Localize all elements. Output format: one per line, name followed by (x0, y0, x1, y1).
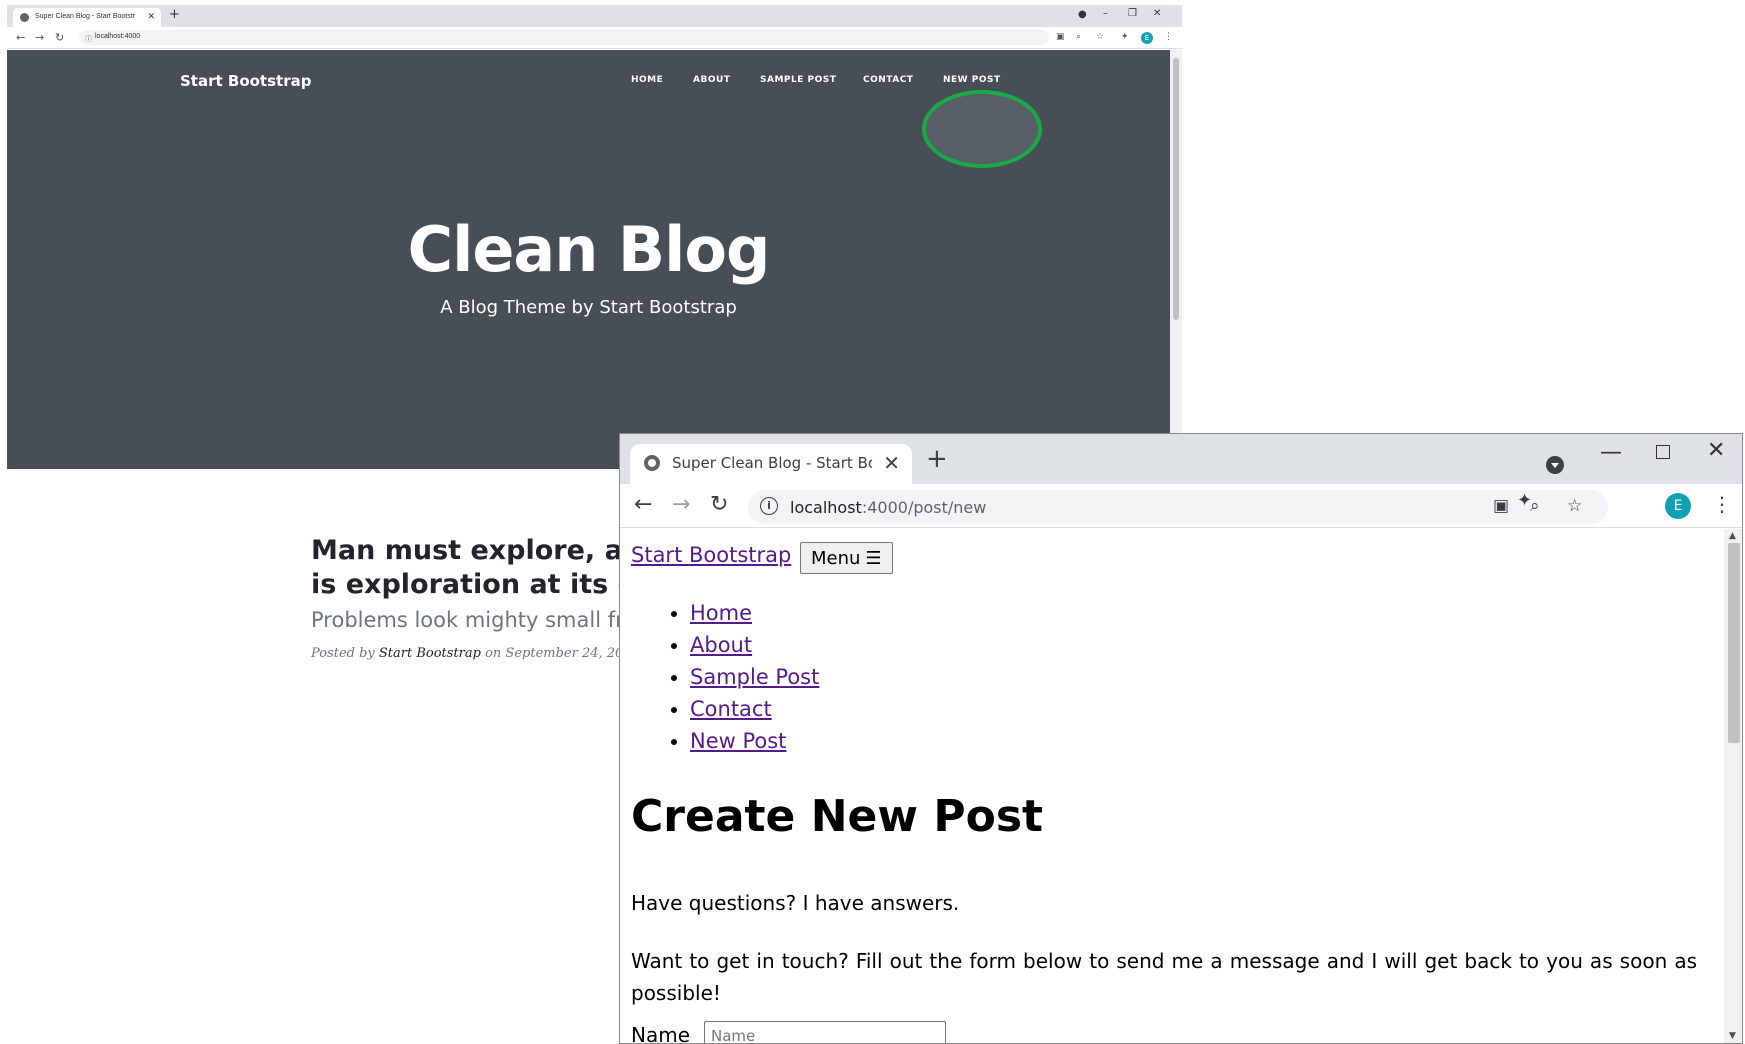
nav-new-post[interactable]: New Post (690, 729, 786, 753)
contact-text: Want to get in touch? Fill out the form … (631, 949, 1697, 1005)
background-browser-window: Super Clean Blog - Start Bootstr ✕ + ● –… (7, 5, 1182, 469)
nav-sample-post[interactable]: SAMPLE POST (760, 75, 836, 85)
nav-list: Home About Sample Post Contact New Post (690, 597, 819, 757)
address-bar: ← → ↻ i localhost:4000/post/new ▣ ⌕ ☆ (620, 484, 1742, 528)
brand-link[interactable]: Start Bootstrap (180, 72, 311, 90)
nav-contact[interactable]: Contact (690, 697, 772, 721)
close-window-icon[interactable]: ✕ (1153, 8, 1161, 19)
url-field[interactable]: localhost:4000 (79, 30, 1049, 45)
page-content: Start Bootstrap Menu ☰ Home About Sample… (620, 529, 1724, 1044)
scrollbar-thumb[interactable] (1173, 58, 1179, 320)
hero-header: Start Bootstrap HOME ABOUT SAMPLE POST C… (7, 50, 1170, 469)
url-path: :4000/post/new (861, 498, 987, 517)
scroll-down-icon[interactable]: ▼ (1729, 1031, 1736, 1041)
tab-title: Super Clean Blog - Start Bootstr (35, 13, 135, 20)
nav-contact[interactable]: CONTACT (863, 75, 913, 85)
menu-kebab-icon[interactable]: ⋮ (1164, 32, 1173, 42)
reload-icon[interactable]: ↻ (55, 31, 64, 44)
extensions-icon[interactable]: ✦ (1121, 32, 1129, 42)
close-tab-icon[interactable]: ✕ (147, 11, 155, 22)
profile-avatar[interactable]: E (1141, 32, 1153, 44)
url-text: localhost:4000/post/new (790, 498, 986, 517)
list-item: Sample Post (690, 661, 819, 693)
list-item: New Post (690, 725, 819, 757)
menu-button-label: Menu (811, 547, 861, 569)
maximize-icon[interactable] (1656, 445, 1670, 459)
zoom-icon[interactable]: ⌕ (1076, 32, 1081, 42)
highlight-circle (922, 90, 1042, 168)
new-tab-icon[interactable]: + (926, 444, 948, 474)
scrollbar[interactable] (1170, 50, 1182, 469)
list-item: Home (690, 597, 819, 629)
url-host: localhost (790, 498, 862, 517)
tab-title: Super Clean Blog - Start Bootstrap (672, 454, 872, 472)
hero-title: Clean Blog (407, 213, 771, 286)
back-icon[interactable]: ← (634, 492, 652, 517)
hamburger-icon: ☰ (865, 547, 882, 569)
browser-tab[interactable]: Super Clean Blog - Start Bootstr ✕ (13, 8, 161, 27)
close-window-icon[interactable]: ✕ (1707, 438, 1725, 463)
menu-button[interactable]: Menu ☰ (800, 542, 893, 574)
translate-icon[interactable]: ▣ (1493, 496, 1509, 516)
nav-home[interactable]: Home (690, 601, 752, 625)
forward-icon[interactable]: → (672, 492, 690, 517)
nav-new-post[interactable]: NEW POST (943, 75, 1001, 85)
close-tab-icon[interactable]: ✕ (883, 451, 900, 475)
name-field[interactable] (704, 1021, 946, 1043)
intro-text: Have questions? I have answers. (631, 891, 960, 915)
nav-about[interactable]: About (690, 633, 752, 657)
info-icon[interactable]: ⓘ (85, 34, 92, 44)
scrollbar[interactable]: ▲ ▼ (1724, 529, 1742, 1043)
tab-strip: Super Clean Blog - Start Bootstrap ✕ + —… (620, 434, 1742, 484)
profile-avatar[interactable]: E (1665, 493, 1691, 519)
post-author-link[interactable]: Start Bootstrap (379, 646, 481, 661)
nav-about[interactable]: ABOUT (693, 75, 730, 85)
menu-kebab-icon[interactable]: ⋮ (1712, 492, 1732, 516)
translate-icon[interactable]: ▣ (1056, 32, 1065, 42)
post-meta-date: on September 24, 2021 (480, 646, 640, 661)
forward-icon[interactable]: → (35, 31, 44, 44)
page-title: Create New Post (631, 791, 1044, 842)
globe-icon (20, 13, 29, 22)
tab-search-icon[interactable] (1546, 456, 1564, 474)
url-field[interactable]: i localhost:4000/post/new ▣ ⌕ ☆ (748, 490, 1608, 524)
extensions-icon[interactable]: ✦ (1517, 490, 1532, 511)
browser-tab[interactable]: Super Clean Blog - Start Bootstrap ✕ (630, 444, 912, 484)
minimize-icon[interactable]: – (1103, 8, 1108, 19)
name-label: Name (631, 1023, 691, 1044)
list-item: About (690, 629, 819, 661)
globe-icon (644, 455, 660, 471)
post-meta-prefix: Posted by (311, 646, 379, 661)
new-tab-icon[interactable]: + (169, 7, 180, 22)
restore-icon[interactable]: ❐ (1128, 8, 1137, 19)
minimize-icon[interactable]: — (1600, 440, 1622, 465)
brand-link[interactable]: Start Bootstrap (631, 543, 791, 567)
star-icon[interactable]: ☆ (1567, 496, 1582, 516)
back-icon[interactable]: ← (16, 31, 25, 44)
reload-icon[interactable]: ↻ (710, 492, 728, 517)
hero-subtitle: A Blog Theme by Start Bootstrap (440, 297, 737, 318)
scrollbar-thumb[interactable] (1728, 543, 1740, 743)
foreground-browser-window: Super Clean Blog - Start Bootstrap ✕ + —… (619, 433, 1743, 1044)
nav-sample-post[interactable]: Sample Post (690, 665, 819, 689)
scroll-up-icon[interactable]: ▲ (1729, 531, 1736, 541)
star-icon[interactable]: ☆ (1096, 32, 1104, 42)
post-meta: Posted by Start Bootstrap on September 2… (311, 646, 640, 661)
address-bar: ← → ↻ localhost:4000 ⓘ ▣ ⌕ ☆ ✦ E ⋮ (7, 27, 1182, 49)
tab-strip: Super Clean Blog - Start Bootstr ✕ + ● –… (7, 5, 1182, 27)
nav-home[interactable]: HOME (631, 75, 663, 85)
tab-search-icon[interactable]: ● (1078, 9, 1087, 20)
list-item: Contact (690, 693, 819, 725)
info-icon[interactable]: i (760, 497, 778, 515)
